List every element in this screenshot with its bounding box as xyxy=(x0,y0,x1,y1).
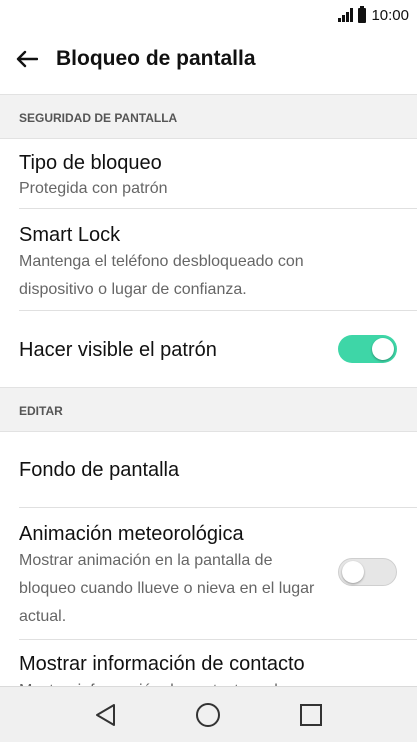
status-time: 10:00 xyxy=(371,6,409,24)
visible-pattern-toggle[interactable] xyxy=(338,335,397,363)
setting-subtitle: Mostrar información de contacto en la xyxy=(19,677,287,686)
weather-animation-toggle[interactable] xyxy=(338,558,397,586)
setting-smart-lock[interactable]: Smart Lock Mantenga el teléfono desbloqu… xyxy=(19,209,417,311)
signal-icon xyxy=(338,8,354,22)
setting-title: Fondo de pantalla xyxy=(19,459,180,481)
setting-lock-type[interactable]: Tipo de bloqueo Protegida con patrón xyxy=(19,139,417,209)
setting-subtitle: Protegida con patrón xyxy=(19,180,168,197)
square-recent-icon[interactable] xyxy=(291,695,331,735)
setting-title: Animación meteorológica xyxy=(19,523,244,545)
setting-subtitle: Mostrar animación en la pantalla de bloq… xyxy=(19,552,315,625)
toggle-knob xyxy=(372,338,394,360)
setting-contact-info[interactable]: Mostrar información de contacto Mostrar … xyxy=(19,640,417,686)
status-bar: 10:00 xyxy=(0,0,417,30)
arrow-left-icon[interactable] xyxy=(14,46,40,72)
circle-home-icon[interactable] xyxy=(188,695,228,735)
setting-wallpaper[interactable]: Fondo de pantalla xyxy=(19,432,417,508)
app-bar: Bloqueo de pantalla xyxy=(0,30,417,88)
page-title: Bloqueo de pantalla xyxy=(56,47,256,70)
navigation-bar xyxy=(0,686,417,742)
settings-list: SEGURIDAD DE PANTALLA Tipo de bloqueo Pr… xyxy=(0,94,417,686)
section-header-edit: EDITAR xyxy=(0,387,417,432)
setting-title: Mostrar información de contacto xyxy=(19,653,305,675)
setting-visible-pattern[interactable]: Hacer visible el patrón xyxy=(19,311,417,387)
battery-icon xyxy=(358,5,367,23)
section-header-security: SEGURIDAD DE PANTALLA xyxy=(0,94,417,139)
setting-weather-animation[interactable]: Animación meteorológica Mostrar animació… xyxy=(19,508,417,640)
setting-title: Tipo de bloqueo xyxy=(19,152,162,174)
setting-subtitle: Mantenga el teléfono desbloqueado con di… xyxy=(19,253,304,298)
toggle-knob xyxy=(342,561,364,583)
setting-title: Hacer visible el patrón xyxy=(19,339,217,361)
setting-title: Smart Lock xyxy=(19,224,121,246)
triangle-back-icon[interactable] xyxy=(86,695,126,735)
